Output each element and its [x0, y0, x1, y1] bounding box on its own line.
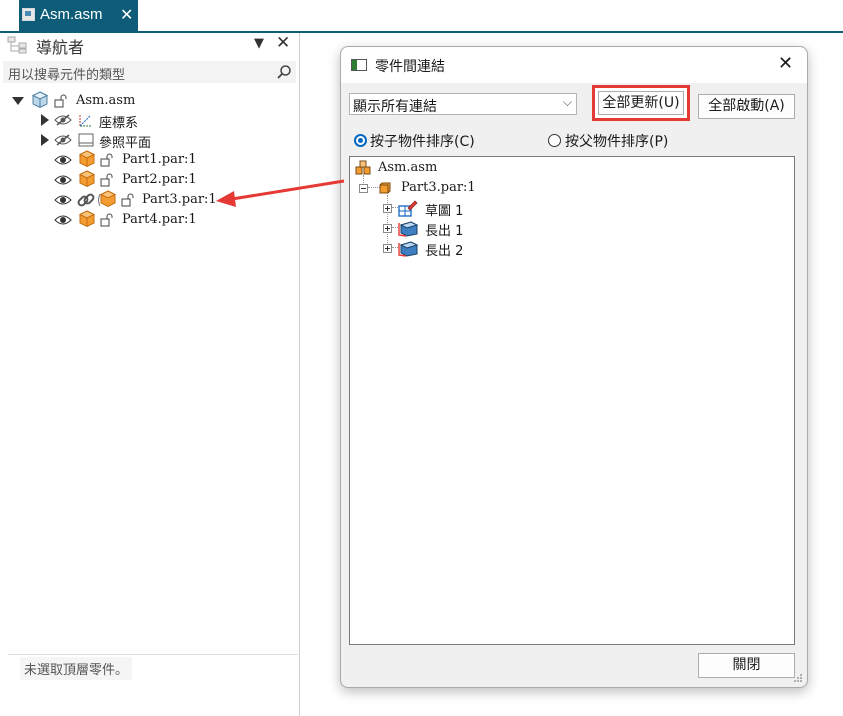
part-icon: [98, 190, 117, 208]
navigator-status: 未選取頂層零件。: [20, 657, 133, 680]
coordinate-system-icon: [79, 114, 92, 127]
dialog-close-icon[interactable]: ✕: [778, 53, 793, 74]
tree-item-label: Part3.par:1: [142, 192, 217, 207]
hidden-eye-icon[interactable]: [54, 134, 72, 146]
tree-item-part2[interactable]: Part2.par:1: [0, 170, 299, 190]
expand-toggle-icon[interactable]: [383, 244, 392, 253]
resize-grip-icon[interactable]: [793, 673, 803, 683]
navigator-pane: 導航者 ▼ ✕ 用以搜尋元件的類型 Asm.asm 座標系 參照平面 Part1…: [0, 33, 300, 716]
pane-menu-icon[interactable]: ▼: [254, 36, 264, 51]
sort-by-parent-radio[interactable]: [548, 134, 561, 147]
document-tab-bar: Asm.asm ✕: [0, 0, 843, 33]
collapse-arrow-icon[interactable]: [12, 97, 24, 105]
search-placeholder: 用以搜尋元件的類型: [8, 68, 126, 83]
reference-plane-icon: [78, 133, 94, 147]
chevron-down-icon[interactable]: ⌵: [563, 95, 572, 110]
dialog-window-icon: [351, 59, 367, 71]
link-tree-root[interactable]: Asm.asm: [350, 159, 794, 177]
unlock-icon: [54, 94, 67, 108]
assembly-icon: [31, 91, 49, 109]
tree-item-label: Part1.par:1: [122, 152, 197, 167]
unlock-icon: [100, 153, 113, 167]
navigator-icon: [7, 36, 27, 54]
part-icon: [78, 170, 96, 188]
update-all-button[interactable]: 全部更新(U): [598, 91, 684, 115]
assembly-document-icon: [22, 8, 35, 21]
tree-item-reference-planes[interactable]: 參照平面: [0, 130, 299, 151]
link-tree-feature-protrusion1[interactable]: 長出 1: [350, 219, 794, 239]
navigator-divider: [8, 654, 298, 655]
inter-part-links-dialog: 零件間連結 ✕ 顯示所有連結 ⌵ 全部更新(U) 全部啟動(A) 按子物件排序(…: [340, 46, 808, 688]
part-icon: [78, 150, 96, 168]
close-button[interactable]: 關閉: [698, 653, 795, 678]
protrusion-icon: [398, 241, 418, 257]
protrusion-icon: [398, 221, 418, 237]
unlock-icon: [100, 213, 113, 227]
link-tree-label: 草圖 1: [425, 204, 464, 219]
unlock-icon: [121, 193, 134, 207]
tree-item-label: 參照平面: [99, 136, 152, 151]
tree-item-label: Part4.par:1: [122, 212, 197, 227]
tree-item-part1[interactable]: Part1.par:1: [0, 150, 299, 170]
tree-item-coordinate-systems[interactable]: 座標系: [0, 110, 299, 131]
collapse-toggle-icon[interactable]: [359, 184, 368, 193]
expand-arrow-icon[interactable]: [41, 134, 49, 146]
link-tree-part3[interactable]: Part3.par:1: [350, 179, 794, 197]
tree-item-label: Asm.asm: [76, 93, 136, 108]
link-tree-label: 長出 1: [425, 224, 464, 239]
expand-toggle-icon[interactable]: [383, 224, 392, 233]
link-tree-feature-protrusion2[interactable]: 長出 2: [350, 239, 794, 259]
link-filter-value: 顯示所有連結: [353, 99, 437, 115]
tree-item-part3[interactable]: Part3.par:1: [0, 190, 299, 210]
dialog-titlebar[interactable]: 零件間連結 ✕: [341, 47, 807, 83]
visible-eye-icon[interactable]: [54, 174, 72, 186]
visible-eye-icon[interactable]: [54, 194, 72, 206]
close-tab-icon[interactable]: ✕: [120, 5, 133, 24]
hidden-eye-icon[interactable]: [54, 114, 72, 126]
document-tab[interactable]: Asm.asm ✕: [19, 0, 138, 32]
assembly-icon: [355, 160, 371, 175]
part-icon: [379, 182, 391, 194]
link-tree-feature-sketch1[interactable]: 草圖 1: [350, 199, 794, 219]
tree-item-label: 座標系: [99, 116, 139, 131]
activate-all-button[interactable]: 全部啟動(A): [698, 94, 795, 119]
tree-item-asm[interactable]: Asm.asm: [0, 91, 299, 111]
expand-toggle-icon[interactable]: [383, 204, 392, 213]
sort-by-child-radio[interactable]: [354, 134, 367, 147]
component-search-input[interactable]: 用以搜尋元件的類型: [3, 61, 296, 83]
link-tree-label: Asm.asm: [378, 160, 438, 175]
sort-by-child-label: 按子物件排序(C): [370, 134, 475, 150]
tree-item-part4[interactable]: Part4.par:1: [0, 210, 299, 230]
visible-eye-icon[interactable]: [54, 214, 72, 226]
link-filter-dropdown[interactable]: 顯示所有連結 ⌵: [349, 93, 577, 115]
navigator-header: 導航者 ▼ ✕: [0, 33, 299, 57]
link-chain-icon: [77, 193, 95, 207]
expand-arrow-icon[interactable]: [41, 114, 49, 126]
tree-item-label: Part2.par:1: [122, 172, 197, 187]
sort-by-parent-label: 按父物件排序(P): [565, 134, 669, 150]
navigator-title: 導航者: [36, 38, 85, 57]
search-icon[interactable]: [276, 64, 292, 80]
link-tree-label: 長出 2: [425, 244, 464, 259]
sketch-icon: [398, 200, 418, 217]
part-icon: [78, 210, 96, 228]
visible-eye-icon[interactable]: [54, 154, 72, 166]
link-tree-view[interactable]: Asm.asm Part3.par:1 草圖 1 長出 1 長出 2: [349, 156, 795, 645]
update-all-highlight: 全部更新(U): [592, 85, 690, 121]
close-pane-icon[interactable]: ✕: [276, 33, 290, 53]
document-tab-label: Asm.asm: [40, 6, 103, 23]
link-tree-label: Part3.par:1: [401, 180, 476, 195]
dialog-title: 零件間連結: [375, 59, 445, 75]
unlock-icon: [100, 173, 113, 187]
